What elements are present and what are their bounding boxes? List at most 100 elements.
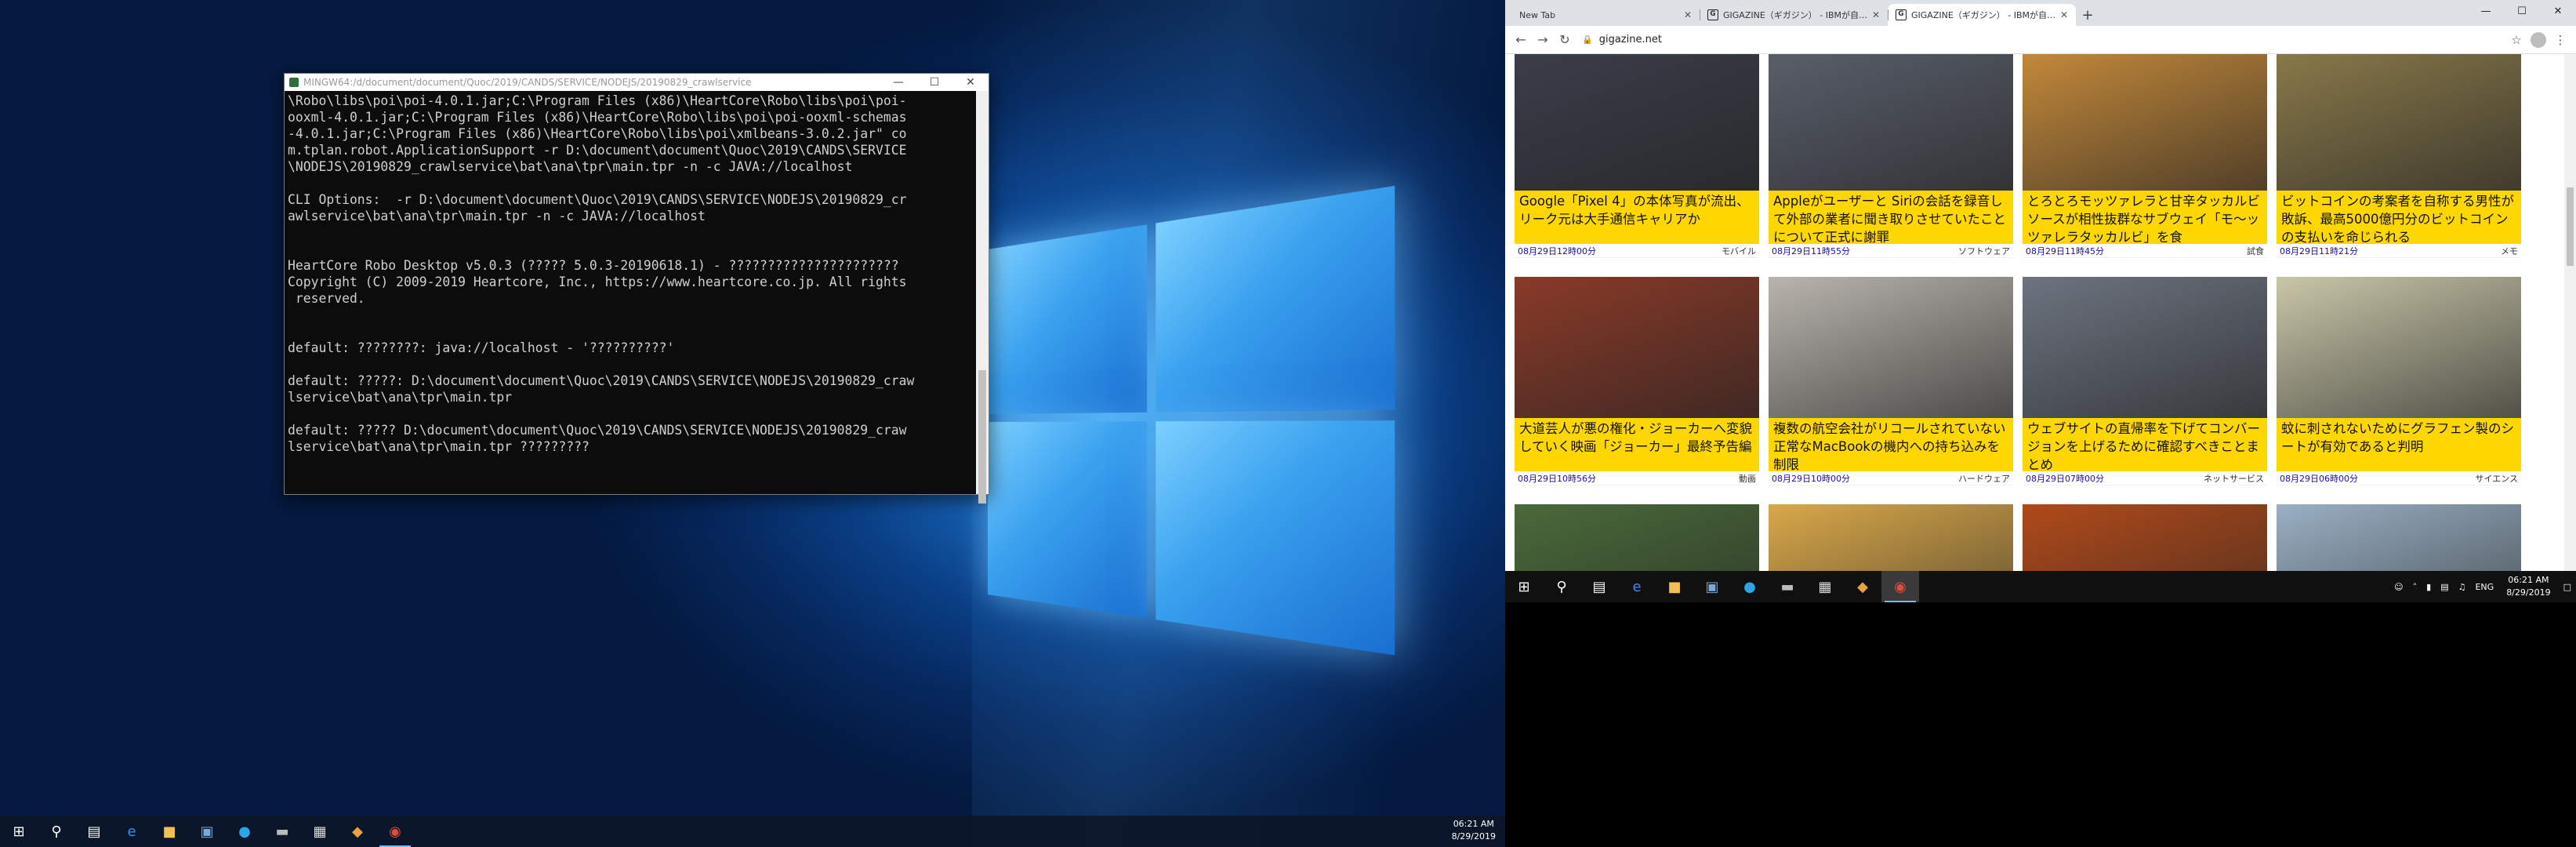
notepad-icon[interactable]: ▦ xyxy=(301,816,339,847)
start-button[interactable]: ⊞ xyxy=(1505,571,1543,602)
app-icon[interactable]: ▬ xyxy=(263,816,301,847)
reload-icon[interactable]: ↻ xyxy=(1554,29,1576,51)
network-tool-icon[interactable]: ▣ xyxy=(188,816,226,847)
article-thumbnail[interactable] xyxy=(2277,54,2521,191)
article-card[interactable]: 蚊に刺されないためにグラフェン製のシートが有効であると判明 08月29日06時00… xyxy=(2277,277,2521,504)
chevron-up-icon[interactable]: ˄ xyxy=(2413,582,2418,592)
article-thumbnail[interactable] xyxy=(1515,54,1759,191)
article-card[interactable]: 複数の航空会社がリコールされていない正常なMacBookの機内への持ち込みを制限… xyxy=(1769,277,2013,504)
article-thumbnail[interactable] xyxy=(1515,504,1759,571)
article-card[interactable]: 人気洋菓子のルマンドがモンブラン xyxy=(1769,504,2013,571)
bookmark-star-icon[interactable]: ☆ xyxy=(2505,29,2527,51)
article-headline[interactable]: ビットコインの考案者を自称する男性が敗訴、最高5000億円分のビットコインの支払… xyxy=(2277,191,2521,244)
article-date[interactable]: 08月29日10時00分 xyxy=(1772,472,1850,485)
skype-icon[interactable]: ● xyxy=(226,816,263,847)
language-indicator[interactable]: ENG xyxy=(2475,582,2494,592)
search-icon[interactable]: ⚲ xyxy=(1543,571,1580,602)
edge-icon[interactable]: e xyxy=(1618,571,1656,602)
chrome-icon[interactable]: ◉ xyxy=(376,816,414,847)
article-headline[interactable]: Appleがユーザーと Siriの会話を録音して外部の業者に聞き取りさせていたこ… xyxy=(1769,191,2013,244)
article-thumbnail[interactable] xyxy=(2277,504,2521,571)
article-headline[interactable]: Google「Pixel 4」の本体写真が流出、リーク元は大手通信キャリアか xyxy=(1515,191,1759,244)
article-card[interactable]: 「アマゾンが地球上の酸素の20% xyxy=(2023,504,2267,571)
app-icon[interactable]: ▬ xyxy=(1769,571,1806,602)
article-headline[interactable]: ウェブサイトの直帰率を下げてコンバージョンを上げるために確認すべきことまとめ xyxy=(2023,418,2267,471)
close-tab-icon[interactable]: ✕ xyxy=(1872,9,1880,20)
tab-new-tab[interactable]: New Tab ✕ xyxy=(1511,4,1700,26)
article-date[interactable]: 08月29日06時00分 xyxy=(2280,472,2358,485)
article-thumbnail[interactable] xyxy=(2023,504,2267,571)
article-headline[interactable]: 複数の航空会社がリコールされていない正常なMacBookの機内への持ち込みを制限 xyxy=(1769,418,2013,471)
terminal-window[interactable]: MINGW64:/d/document/document/Quoc/2019/C… xyxy=(284,73,989,495)
profile-avatar[interactable] xyxy=(2531,32,2546,48)
article-category[interactable]: 動画 xyxy=(1739,472,1756,485)
forward-icon[interactable]: → xyxy=(1532,29,1554,51)
menu-icon[interactable]: ⋮ xyxy=(2549,29,2571,51)
article-card[interactable]: 大道芸人が悪の権化・ジョーカーへ変貌していく映画「ジョーカー」最終予告編 08月2… xyxy=(1515,277,1759,504)
maximize-button[interactable]: ☐ xyxy=(916,76,952,89)
address-bar[interactable]: 🔒 gigazine.net xyxy=(1576,29,2505,51)
new-tab-button[interactable]: + xyxy=(2076,4,2099,26)
article-card[interactable]: とろとろモッツァレラと甘辛タッカルビソースが相性抜群なサブウェイ「モ～ッツァレラ… xyxy=(2023,54,2267,277)
article-category[interactable]: ソフトウェア xyxy=(1958,245,2010,257)
tab-gigazine-2[interactable]: G GIGAZINE（ギガジン） - IBMが自… ✕ xyxy=(1888,4,2076,26)
task-view-icon[interactable]: ▤ xyxy=(75,816,113,847)
article-thumbnail[interactable] xyxy=(1769,504,2013,571)
start-button[interactable]: ⊞ xyxy=(0,816,38,847)
terminal-titlebar[interactable]: MINGW64:/d/document/document/Quoc/2019/C… xyxy=(285,74,989,91)
article-card[interactable]: 世界最高の図書館に選ばれたヘルシ xyxy=(2277,504,2521,571)
file-explorer-icon[interactable]: ■ xyxy=(151,816,188,847)
article-category[interactable]: サイエンス xyxy=(2475,472,2518,485)
chrome-icon[interactable]: ◉ xyxy=(1881,571,1919,602)
article-category[interactable]: モバイル xyxy=(1722,245,1756,257)
article-thumbnail[interactable] xyxy=(1515,277,1759,418)
notepad-icon[interactable]: ▦ xyxy=(1806,571,1844,602)
terminal-output[interactable]: \Robo\libs\poi\poi-4.0.1.jar;C:\Program … xyxy=(286,93,974,493)
article-category[interactable]: ハードウェア xyxy=(1958,472,2010,485)
battery-icon[interactable]: ▮ xyxy=(2426,582,2431,592)
article-date[interactable]: 08月29日11時45分 xyxy=(2026,245,2104,257)
search-icon[interactable]: ⚲ xyxy=(38,816,75,847)
article-thumbnail[interactable] xyxy=(1769,54,2013,191)
close-button[interactable]: ✕ xyxy=(952,76,989,89)
lock-icon[interactable]: 🔒 xyxy=(1582,35,1593,45)
back-icon[interactable]: ← xyxy=(1510,29,1532,51)
maximize-button[interactable]: ☐ xyxy=(2504,0,2540,22)
page-content[interactable]: Google「Pixel 4」の本体写真が流出、リーク元は大手通信キャリアか 08… xyxy=(1505,54,2576,571)
article-date[interactable]: 08月29日12時00分 xyxy=(1518,245,1596,257)
article-headline[interactable]: 大道芸人が悪の権化・ジョーカーへ変貌していく映画「ジョーカー」最終予告編 xyxy=(1515,418,1759,471)
article-date[interactable]: 08月29日07時00分 xyxy=(2026,472,2104,485)
network-icon[interactable]: ▤ xyxy=(2440,582,2448,592)
article-category[interactable]: 試食 xyxy=(2247,245,2264,257)
close-tab-icon[interactable]: ✕ xyxy=(1684,9,1692,20)
close-button[interactable]: ✕ xyxy=(2540,0,2576,22)
page-scrollbar[interactable] xyxy=(2564,54,2576,571)
article-thumbnail[interactable] xyxy=(2023,54,2267,191)
minimize-button[interactable]: — xyxy=(2468,0,2504,22)
person-icon[interactable]: ☺ xyxy=(2394,582,2403,592)
article-card[interactable]: ウェブサイトの直帰率を下げてコンバージョンを上げるために確認すべきことまとめ 08… xyxy=(2023,277,2267,504)
task-view-icon[interactable]: ▤ xyxy=(1580,571,1618,602)
notification-icon[interactable]: □ xyxy=(2563,582,2571,592)
article-card[interactable]: 絵を描くように美しい3Dワールド xyxy=(1515,504,1759,571)
article-headline[interactable]: 蚊に刺されないためにグラフェン製のシートが有効であると判明 xyxy=(2277,418,2521,471)
clock-left[interactable]: 06:21 AM 8/29/2019 xyxy=(1452,818,1496,843)
file-explorer-icon[interactable]: ■ xyxy=(1656,571,1693,602)
article-thumbnail[interactable] xyxy=(1769,277,2013,418)
edge-icon[interactable]: e xyxy=(113,816,151,847)
article-date[interactable]: 08月29日10時56分 xyxy=(1518,472,1596,485)
article-date[interactable]: 08月29日11時21分 xyxy=(2280,245,2358,257)
article-headline[interactable]: とろとろモッツァレラと甘辛タッカルビソースが相性抜群なサブウェイ「モ～ッツァレラ… xyxy=(2023,191,2267,244)
close-tab-icon[interactable]: ✕ xyxy=(2060,9,2068,20)
tab-gigazine-1[interactable]: G GIGAZINE（ギガジン） - IBMが自… ✕ xyxy=(1700,4,1888,26)
clock-right[interactable]: 06:21 AM 8/29/2019 xyxy=(2506,574,2550,599)
article-date[interactable]: 08月29日11時55分 xyxy=(1772,245,1850,257)
article-category[interactable]: ネットサービス xyxy=(2204,472,2264,485)
article-card[interactable]: Google「Pixel 4」の本体写真が流出、リーク元は大手通信キャリアか 08… xyxy=(1515,54,1759,277)
git-icon[interactable]: ◆ xyxy=(1844,571,1881,602)
article-thumbnail[interactable] xyxy=(2277,277,2521,418)
article-category[interactable]: メモ xyxy=(2501,245,2518,257)
minimize-button[interactable]: — xyxy=(880,76,916,89)
skype-icon[interactable]: ● xyxy=(1731,571,1769,602)
volume-icon[interactable]: ♫ xyxy=(2458,582,2466,592)
